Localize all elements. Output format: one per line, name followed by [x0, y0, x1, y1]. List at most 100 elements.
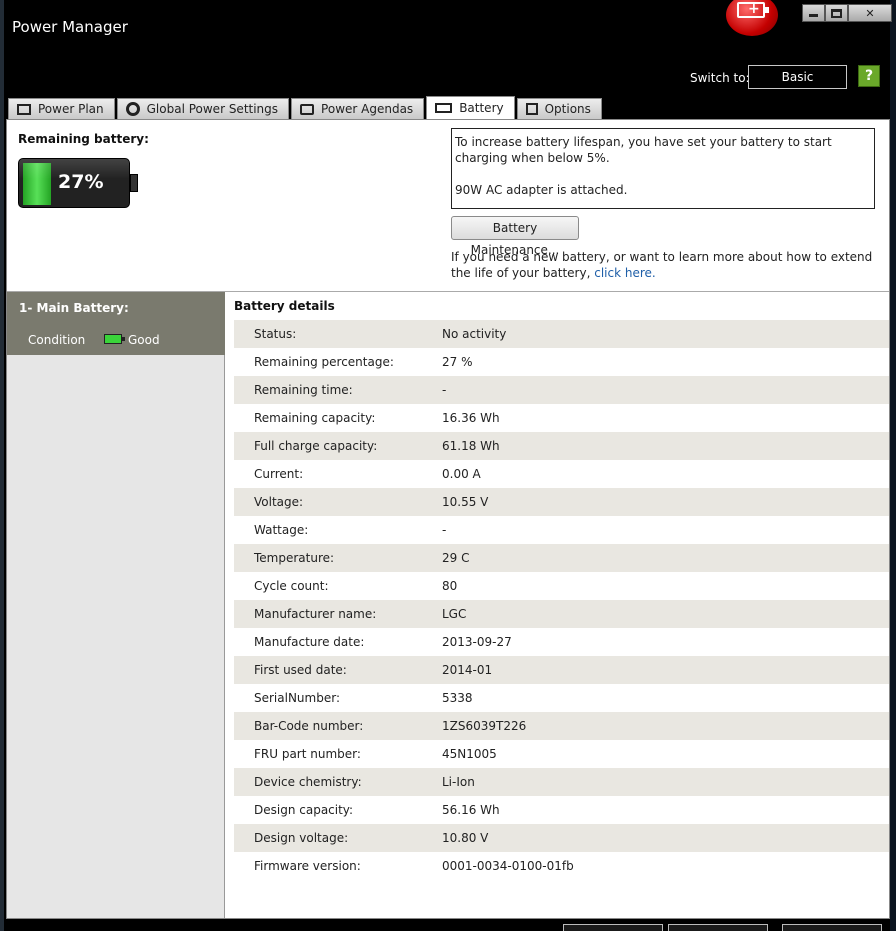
detail-key: Manufacturer name: [254, 607, 377, 621]
battery-panel: Remaining battery: 27% To increase batte… [6, 119, 890, 919]
window-border-right [890, 0, 896, 931]
detail-key: FRU part number: [254, 747, 361, 761]
detail-key: Full charge capacity: [254, 439, 378, 453]
table-row: Remaining capacity: 16.36 Wh [234, 404, 889, 432]
detail-value: 27 % [442, 355, 473, 369]
checkbox-icon [525, 103, 538, 115]
tab-label: Power Plan [38, 102, 104, 116]
close-button[interactable]: ✕ [848, 4, 892, 22]
detail-value: 5338 [442, 691, 473, 705]
battery-details-title: Battery details [234, 299, 335, 313]
table-row: Voltage: 10.55 V [234, 488, 889, 516]
detail-key: Status: [254, 327, 297, 341]
help-icon[interactable]: ? [858, 65, 880, 87]
detail-key: Cycle count: [254, 579, 329, 593]
tab-global-power-settings[interactable]: Global Power Settings [116, 98, 290, 119]
battery-maintenance-button[interactable]: Battery Maintenance... [451, 216, 579, 257]
detail-value: 0.00 A [442, 467, 481, 481]
condition-label: Condition [28, 333, 86, 347]
charge-threshold-text: To increase battery lifespan, you have s… [455, 135, 832, 165]
tab-label: Options [544, 102, 591, 116]
tab-label: Power Agendas [321, 102, 414, 116]
battery-condition-icon [104, 334, 122, 344]
table-row: First used date: 2014-01 [234, 656, 889, 684]
detail-value: 0001-0034-0100-01fb [442, 859, 574, 873]
window-controls: ✕ [802, 4, 892, 24]
detail-value: No activity [442, 327, 507, 341]
close-icon: ✕ [865, 6, 875, 20]
detail-value: 2014-01 [442, 663, 493, 677]
detail-key: Remaining percentage: [254, 355, 394, 369]
table-row: Full charge capacity: 61.18 Wh [234, 432, 889, 460]
tab-battery[interactable]: Battery [426, 96, 515, 119]
gear-icon [125, 102, 140, 116]
detail-key: Voltage: [254, 495, 304, 509]
learn-more-text: If you need a new battery, or want to le… [451, 249, 881, 281]
detail-key: Bar-Code number: [254, 719, 364, 733]
detail-key: First used date: [254, 663, 347, 677]
bottom-button[interactable] [563, 924, 663, 931]
battery-icon [435, 103, 453, 113]
window-border-left [0, 0, 4, 931]
detail-key: Design capacity: [254, 803, 354, 817]
detail-key: Remaining time: [254, 383, 353, 397]
details-table: Status: No activity Remaining percentage: 2… [234, 320, 889, 880]
tab-power-agendas[interactable]: Power Agendas [291, 98, 425, 119]
detail-value: LGC [442, 607, 467, 621]
switch-to-label: Switch to: [690, 71, 750, 85]
detail-key: SerialNumber: [254, 691, 340, 705]
detail-value: Li-Ion [442, 775, 475, 789]
remaining-battery-label: Remaining battery: [18, 132, 149, 146]
table-row: Manufacture date: 2013-09-27 [234, 628, 889, 656]
detail-value: - [442, 523, 447, 537]
minimize-button[interactable] [802, 4, 825, 22]
table-row: FRU part number: 45N1005 [234, 740, 889, 768]
window-title: Power Manager [12, 18, 128, 36]
agenda-icon [300, 103, 315, 115]
detail-value: 1ZS6039T226 [442, 719, 527, 733]
maximize-button[interactable] [825, 4, 848, 22]
table-row: Design capacity: 56.16 Wh [234, 796, 889, 824]
power-manager-logo-icon: + [726, 0, 778, 36]
bottom-button[interactable] [782, 924, 882, 931]
detail-value: 10.55 V [442, 495, 489, 509]
tab-power-plan[interactable]: Power Plan [8, 98, 115, 119]
detail-key: Device chemistry: [254, 775, 362, 789]
battery-list: 1- Main Battery: Condition Good [7, 292, 225, 918]
power-plan-icon [17, 103, 31, 115]
detail-key: Temperature: [254, 551, 335, 565]
table-row: Manufacturer name: LGC [234, 600, 889, 628]
switch-basic-button[interactable]: Basic [748, 65, 847, 89]
table-row: Status: No activity [234, 320, 889, 348]
detail-key: Current: [254, 467, 304, 481]
tab-bar: Power Plan Global Power Settings Power A… [8, 96, 604, 119]
power-manager-window: Power Manager + ✕ Switch to: Basic ? Pow… [0, 0, 896, 931]
maximize-icon [831, 8, 842, 18]
remaining-battery-gauge: 27% [18, 158, 130, 208]
table-row: Cycle count: 80 [234, 572, 889, 600]
table-row: Temperature: 29 C [234, 544, 889, 572]
battery-info-box: To increase battery lifespan, you have s… [451, 128, 875, 209]
battery-details: Battery details Status: No activity Remain… [234, 298, 889, 880]
table-row: Bar-Code number: 1ZS6039T226 [234, 712, 889, 740]
detail-value: 16.36 Wh [442, 411, 500, 425]
detail-value: 56.16 Wh [442, 803, 500, 817]
detail-value: 2013-09-27 [442, 635, 512, 649]
tab-label: Battery [459, 101, 504, 115]
battery-terminal [130, 174, 138, 192]
detail-key: Manufacture date: [254, 635, 365, 649]
table-row: Firmware version: 0001-0034-0100-01fb [234, 852, 889, 880]
bottom-button[interactable] [668, 924, 768, 931]
table-row: Design voltage: 10.80 V [234, 824, 889, 852]
tab-label: Global Power Settings [146, 102, 279, 116]
battery-condition-icon-terminal [122, 337, 125, 341]
detail-key: Wattage: [254, 523, 309, 537]
table-row: Current: 0.00 A [234, 460, 889, 488]
tab-options[interactable]: Options [516, 98, 602, 119]
click-here-link[interactable]: click here. [594, 266, 655, 280]
detail-value: 29 C [442, 551, 470, 565]
detail-value: 10.80 V [442, 831, 489, 845]
battery-list-item[interactable]: 1- Main Battery: Condition Good [7, 292, 225, 355]
detail-key: Firmware version: [254, 859, 361, 873]
detail-value: 61.18 Wh [442, 439, 500, 453]
